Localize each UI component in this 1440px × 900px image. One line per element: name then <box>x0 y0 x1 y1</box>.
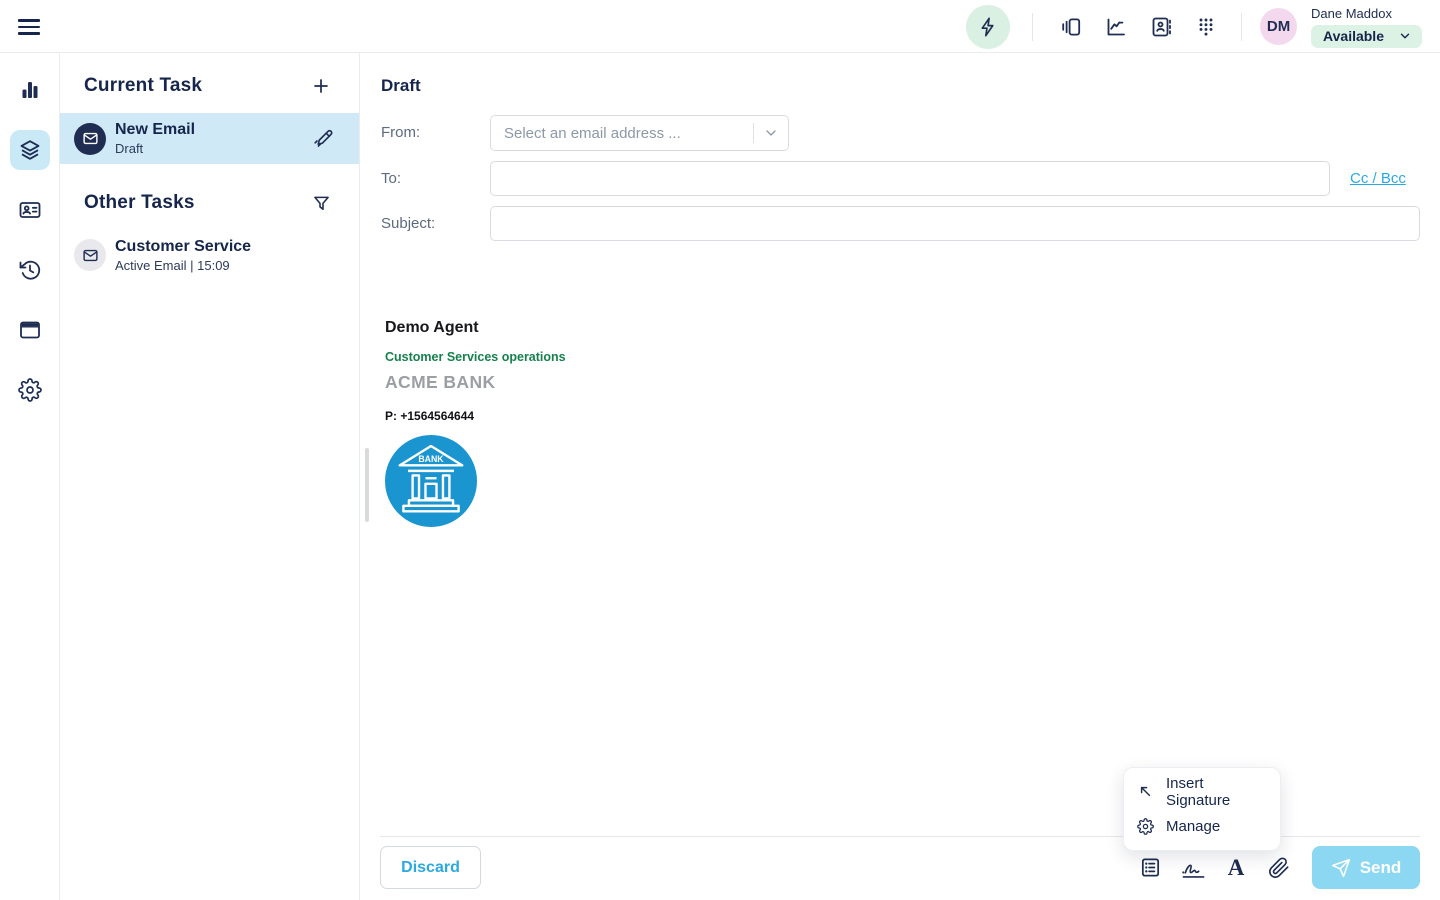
bar-chart-icon <box>18 78 42 102</box>
current-task-header: Current Task <box>60 72 359 100</box>
editor-toolbar: A <box>1137 846 1292 889</box>
font-icon: A <box>1228 856 1245 879</box>
font-format-button[interactable]: A <box>1223 854 1249 882</box>
contacts-directory-button[interactable] <box>1149 15 1173 39</box>
lightning-icon <box>977 16 999 38</box>
top-bar: DM Dane Maddox Available <box>0 0 1440 53</box>
layers-icon <box>18 138 42 162</box>
task-subtitle: Active Email | 15:09 <box>115 258 251 273</box>
panels-icon <box>1059 15 1083 39</box>
task-item-new-email[interactable]: New Email Draft <box>60 113 359 164</box>
from-select-value: Select an email address ... <box>504 125 681 142</box>
templates-button[interactable] <box>1137 854 1163 882</box>
from-label: From: <box>381 115 490 151</box>
topbar-divider <box>1241 13 1242 41</box>
task-texts: New Email Draft <box>115 121 195 156</box>
to-label: To: <box>381 161 490 196</box>
pen-edit-icon <box>312 127 335 150</box>
discard-button[interactable]: Discard <box>380 846 481 889</box>
signature-company: ACME BANK <box>385 372 566 393</box>
draft-title: Draft <box>381 76 421 96</box>
other-tasks-header: Other Tasks <box>60 189 359 217</box>
manage-label: Manage <box>1166 818 1220 835</box>
gear-icon <box>1137 818 1154 835</box>
availability-status: Available <box>1323 28 1384 44</box>
left-icon-rail <box>0 53 60 900</box>
signature-department: Customer Services operations <box>385 350 566 364</box>
chevron-down-icon <box>1398 29 1412 43</box>
bank-logo: BANK <box>385 435 477 527</box>
quick-actions-button[interactable] <box>966 5 1010 49</box>
user-avatar[interactable]: DM <box>1260 8 1297 45</box>
paperclip-icon <box>1268 857 1290 879</box>
rail-settings-button[interactable] <box>10 370 50 410</box>
bank-building-icon: BANK <box>385 435 477 527</box>
task-avatar <box>74 239 106 271</box>
availability-dropdown[interactable]: Available <box>1311 25 1422 48</box>
line-chart-icon <box>1104 15 1128 39</box>
task-item-customer-service[interactable]: Customer Service Active Email | 15:09 <box>60 232 359 278</box>
manage-signatures-menu-item[interactable]: Manage <box>1124 809 1280 844</box>
topbar-divider <box>1032 13 1033 41</box>
task-subtitle: Draft <box>115 141 195 156</box>
analytics-button[interactable] <box>1104 15 1128 39</box>
user-name: Dane Maddox <box>1311 6 1392 21</box>
contact-book-icon <box>1149 15 1173 39</box>
email-signature: Demo Agent Customer Services operations … <box>385 319 566 527</box>
body-scrollbar[interactable] <box>365 448 369 522</box>
filter-tasks-button[interactable] <box>308 190 334 216</box>
gear-icon <box>18 378 42 402</box>
user-block: Dane Maddox Available <box>1311 6 1422 48</box>
rail-browser-button[interactable] <box>10 310 50 350</box>
task-title: Customer Service <box>115 238 251 256</box>
add-task-button[interactable] <box>308 73 334 99</box>
from-address-select[interactable]: Select an email address ... <box>490 115 789 151</box>
signature-button[interactable] <box>1180 854 1206 882</box>
subject-label: Subject: <box>381 206 490 241</box>
current-task-title: Current Task <box>84 75 202 97</box>
dialpad-button[interactable] <box>1194 15 1218 39</box>
arrow-up-left-icon <box>1137 783 1154 800</box>
history-icon <box>18 258 42 282</box>
paper-plane-icon <box>1331 858 1351 878</box>
subject-input[interactable] <box>490 206 1420 241</box>
insert-signature-label: Insert Signature <box>1166 775 1267 809</box>
task-texts: Customer Service Active Email | 15:09 <box>115 238 251 273</box>
compose-area: Draft From: Select an email address ... … <box>360 53 1440 900</box>
queues-panel-button[interactable] <box>1059 15 1083 39</box>
cc-bcc-link[interactable]: Cc / Bcc <box>1350 161 1406 196</box>
attach-file-button[interactable] <box>1266 854 1292 882</box>
task-avatar <box>74 123 106 155</box>
send-button[interactable]: Send <box>1312 846 1420 889</box>
rail-contacts-button[interactable] <box>10 190 50 230</box>
browser-window-icon <box>18 318 42 342</box>
plus-icon <box>310 75 332 97</box>
send-label: Send <box>1360 858 1402 878</box>
signature-menu-popup: Insert Signature Manage <box>1123 767 1281 851</box>
other-tasks-title: Other Tasks <box>84 192 195 214</box>
envelope-icon <box>82 130 99 147</box>
rail-stats-button[interactable] <box>10 70 50 110</box>
select-divider <box>753 123 754 143</box>
envelope-icon <box>82 247 99 264</box>
hamburger-menu-button[interactable] <box>18 13 46 41</box>
task-title: New Email <box>115 121 195 139</box>
rail-tasks-button[interactable] <box>10 130 50 170</box>
insert-signature-menu-item[interactable]: Insert Signature <box>1124 774 1280 809</box>
edit-draft-button[interactable] <box>311 127 335 151</box>
topbar-right-cluster: DM Dane Maddox Available <box>966 0 1422 53</box>
contact-card-icon <box>18 198 42 222</box>
to-input[interactable] <box>490 161 1330 196</box>
template-list-icon <box>1139 856 1162 879</box>
chevron-down-icon <box>763 125 779 141</box>
app-window: DM Dane Maddox Available <box>0 0 1440 900</box>
task-panel: Current Task New Email Draft Other Tasks <box>60 53 360 900</box>
signature-name: Demo Agent <box>385 319 566 337</box>
bank-logo-text: BANK <box>418 454 444 464</box>
filter-funnel-icon <box>311 193 332 214</box>
rail-history-button[interactable] <box>10 250 50 290</box>
signature-icon <box>1180 856 1207 880</box>
signature-phone: P: +1564564644 <box>385 409 566 423</box>
dialpad-icon <box>1194 15 1218 39</box>
